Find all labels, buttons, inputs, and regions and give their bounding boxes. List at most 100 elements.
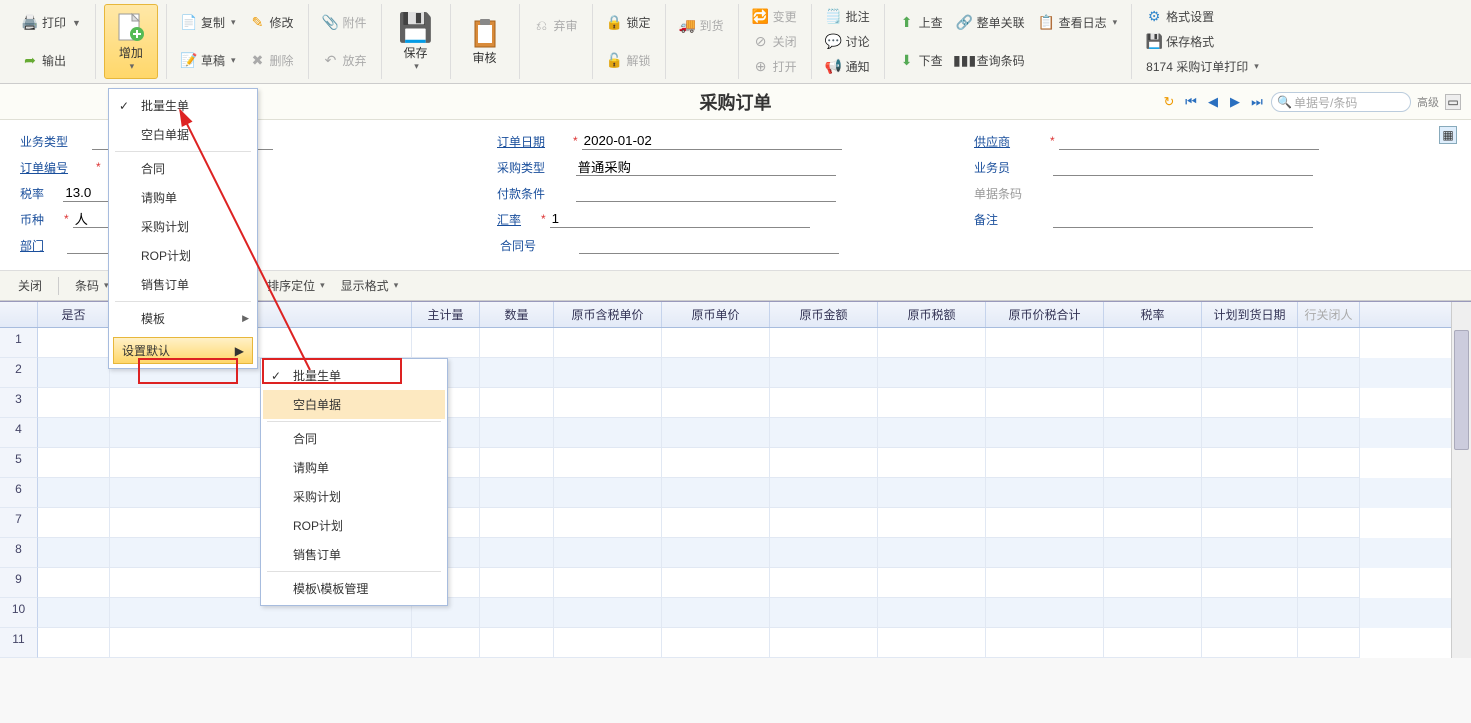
dept-label[interactable]: 部门: [20, 237, 60, 254]
menu-template[interactable]: 模板▶: [111, 304, 255, 333]
notify-button[interactable]: 📢通知: [820, 54, 876, 79]
rate-input[interactable]: [550, 210, 810, 228]
col-isflag[interactable]: 是否: [38, 302, 110, 327]
menu-set-default[interactable]: 设置默认▶: [113, 337, 253, 364]
prev-record-icon[interactable]: ◀: [1205, 94, 1221, 110]
menu-salesorder[interactable]: 销售订单: [111, 270, 255, 299]
vertical-scrollbar[interactable]: [1451, 302, 1471, 658]
contract-input[interactable]: [579, 236, 839, 254]
remark-input[interactable]: [1053, 210, 1313, 228]
add-button[interactable]: 增加 ▾: [104, 4, 158, 79]
printer-icon: 🖨️: [22, 15, 38, 31]
arrive-button[interactable]: 🚚到货: [674, 13, 730, 38]
table-row[interactable]: 3: [0, 388, 1471, 418]
table-row[interactable]: 7: [0, 508, 1471, 538]
chevron-right-icon: ▶: [242, 313, 249, 324]
col-taxprice[interactable]: 原币含税单价: [554, 302, 662, 327]
save-button[interactable]: 💾 保存▾: [390, 4, 442, 79]
next-record-icon[interactable]: ▶: [1227, 94, 1243, 110]
col-price[interactable]: 原币单价: [662, 302, 770, 327]
print-template-button[interactable]: 8174 采购订单打印▾: [1140, 54, 1265, 79]
change-button[interactable]: 🔁变更: [747, 4, 803, 29]
print-button[interactable]: 🖨️打印▼: [16, 10, 87, 35]
sub-contract[interactable]: 合同: [263, 424, 445, 453]
sub-plan[interactable]: 采购计划: [263, 482, 445, 511]
viewlog-button[interactable]: 📋查看日志▾: [1033, 10, 1124, 35]
sub-requisition[interactable]: 请购单: [263, 453, 445, 482]
col-amount[interactable]: 原币金额: [770, 302, 878, 327]
last-record-icon[interactable]: ⏭: [1249, 94, 1265, 110]
discuss-button[interactable]: 💬讨论: [820, 29, 876, 54]
barcode-button[interactable]: ▮▮▮查询条码: [951, 48, 1031, 73]
close-button[interactable]: ⊘关闭: [747, 29, 803, 54]
expand-icon[interactable]: ▭: [1445, 94, 1461, 110]
delete-button[interactable]: ✖删除: [243, 48, 299, 73]
refresh-icon[interactable]: ↻: [1161, 94, 1177, 110]
menu-contract[interactable]: 合同: [111, 154, 255, 183]
open-button[interactable]: ⊕打开: [747, 54, 803, 79]
supplier-input[interactable]: [1059, 132, 1319, 150]
sub-rop[interactable]: ROP计划: [263, 511, 445, 540]
col-qty[interactable]: 数量: [480, 302, 554, 327]
col-plandate[interactable]: 计划到货日期: [1202, 302, 1298, 327]
menu-plan[interactable]: 采购计划: [111, 212, 255, 241]
table-row[interactable]: 4: [0, 418, 1471, 448]
set-default-submenu: ✓批量生单 空白单据 合同 请购单 采购计划 ROP计划 销售订单 模板\模板管…: [260, 358, 448, 606]
scroll-thumb[interactable]: [1454, 330, 1469, 450]
table-row[interactable]: 6: [0, 478, 1471, 508]
sub-blank[interactable]: 空白单据: [263, 390, 445, 419]
sub-batch[interactable]: ✓批量生单: [263, 361, 445, 390]
table-row[interactable]: 9: [0, 568, 1471, 598]
salesman-input[interactable]: [1053, 158, 1313, 176]
gt-sort[interactable]: 排序定位▾: [261, 275, 331, 296]
table-row[interactable]: 11: [0, 628, 1471, 658]
review-button[interactable]: 审核: [459, 4, 511, 79]
menu-rop[interactable]: ROP计划: [111, 241, 255, 270]
purchase-type-input[interactable]: [576, 158, 836, 176]
gt-format[interactable]: 显示格式▾: [335, 275, 405, 296]
pay-terms-input[interactable]: [576, 184, 836, 202]
sub-template-mgmt[interactable]: 模板\模板管理: [263, 574, 445, 603]
unlock-button[interactable]: 🔓解锁: [601, 48, 657, 73]
sub-salesorder[interactable]: 销售订单: [263, 540, 445, 569]
gt-close[interactable]: 关闭: [12, 275, 48, 296]
supplier-label[interactable]: 供应商: [974, 133, 1046, 150]
abandon-review-button[interactable]: ⎌弃审: [528, 13, 584, 38]
advanced-link[interactable]: 高级: [1417, 94, 1439, 110]
export-button[interactable]: ➦输出: [16, 48, 87, 73]
first-record-icon[interactable]: ⏮: [1183, 94, 1199, 110]
upquery-button[interactable]: ⬆上查: [893, 10, 949, 35]
saveformat-button[interactable]: 💾保存格式: [1140, 29, 1265, 54]
modify-button[interactable]: ✎修改: [243, 10, 299, 35]
table-row[interactable]: 8: [0, 538, 1471, 568]
menu-batch[interactable]: ✓批量生单: [111, 91, 255, 120]
col-total[interactable]: 原币价税合计: [986, 302, 1104, 327]
giveup-button[interactable]: ↶放弃: [317, 48, 373, 73]
currency-label: 币种: [20, 211, 60, 228]
rate-label[interactable]: 汇率: [497, 211, 537, 228]
col-mainunit[interactable]: 主计量: [412, 302, 480, 327]
draft-button[interactable]: 📝草稿▾: [175, 48, 242, 73]
export-icon: ➦: [22, 52, 38, 68]
menu-blank[interactable]: 空白单据: [111, 120, 255, 149]
order-date-label[interactable]: 订单日期: [497, 133, 569, 150]
lock-button[interactable]: 🔒锁定: [601, 10, 657, 35]
col-taxrate[interactable]: 税率: [1104, 302, 1202, 327]
form-expand-icon[interactable]: ▦: [1439, 126, 1457, 144]
order-no-label[interactable]: 订单编号: [20, 159, 92, 176]
table-row[interactable]: 10: [0, 598, 1471, 628]
downquery-button[interactable]: ⬇下查: [893, 48, 949, 73]
col-closer[interactable]: 行关闭人: [1298, 302, 1360, 327]
formatset-button[interactable]: ⚙格式设置: [1140, 4, 1265, 29]
page-title: 采购订单: [700, 89, 772, 115]
order-date-input[interactable]: [582, 132, 842, 150]
menu-requisition[interactable]: 请购单: [111, 183, 255, 212]
attach-button[interactable]: 📎附件: [317, 10, 373, 35]
search-icon: 🔍: [1277, 95, 1292, 109]
col-tax[interactable]: 原币税额: [878, 302, 986, 327]
assoc-button[interactable]: 🔗整单关联: [951, 10, 1031, 35]
copy-button[interactable]: 📄复制▾: [175, 10, 242, 35]
search-input[interactable]: 🔍 单据号/条码: [1271, 92, 1411, 112]
table-row[interactable]: 5: [0, 448, 1471, 478]
annotate-button[interactable]: 🗒️批注: [820, 4, 876, 29]
